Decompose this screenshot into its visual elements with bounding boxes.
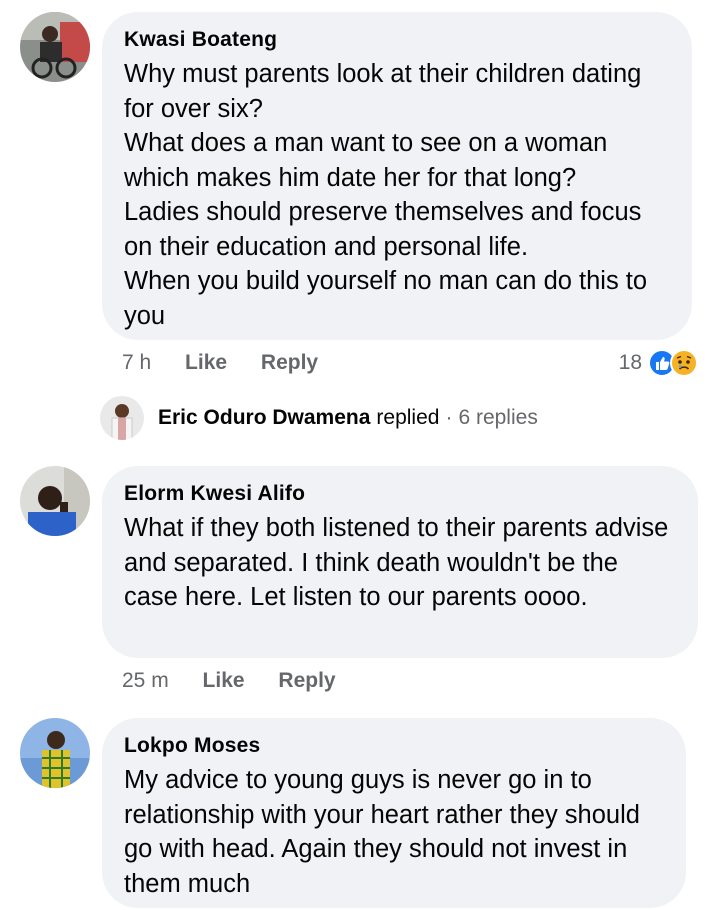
- reply-author: Eric Oduro Dwamena: [158, 406, 371, 429]
- comment-timestamp[interactable]: 25 m: [122, 666, 169, 696]
- reply-button[interactable]: Reply: [278, 666, 335, 696]
- comment-text: Why must parents look at their children …: [124, 57, 672, 333]
- sad-icon: [670, 349, 698, 377]
- avatar[interactable]: [20, 718, 90, 788]
- reaction-count: 18: [618, 351, 642, 374]
- like-button[interactable]: Like: [203, 666, 245, 696]
- comment-line: What if they both listened to their pare…: [124, 514, 669, 611]
- comment-actions: 25 m Like Reply: [122, 666, 336, 696]
- replies-summary[interactable]: Eric Oduro Dwamena replied · 6 replies: [100, 396, 538, 440]
- comment-author[interactable]: Kwasi Boateng: [124, 26, 672, 54]
- comment-bubble: Kwasi Boateng Why must parents look at t…: [102, 12, 692, 340]
- comment-author[interactable]: Elorm Kwesi Alifo: [124, 480, 678, 508]
- comment-line: Ladies should preserve themselves and fo…: [124, 198, 642, 261]
- avatar[interactable]: [20, 12, 90, 82]
- comment-line: Why must parents look at their children …: [124, 60, 642, 123]
- comment-line: My advice to young guys is never go in t…: [124, 766, 640, 898]
- reply-verb: replied: [376, 406, 440, 429]
- comment-text: My advice to young guys is never go in t…: [124, 763, 666, 901]
- comment-bubble: Elorm Kwesi Alifo What if they both list…: [102, 466, 698, 658]
- avatar[interactable]: [20, 466, 90, 536]
- comment-bubble: Lokpo Moses My advice to young guys is n…: [102, 718, 686, 908]
- comment-timestamp[interactable]: 7 h: [122, 348, 151, 378]
- reply-button[interactable]: Reply: [261, 348, 318, 378]
- reply-count: 6 replies: [458, 406, 538, 429]
- reply-avatar: [100, 396, 144, 440]
- like-button[interactable]: Like: [185, 348, 227, 378]
- reaction-summary[interactable]: 18: [619, 346, 698, 380]
- comment-text: What if they both listened to their pare…: [124, 511, 678, 615]
- comment-actions: 7 h Like Reply: [122, 348, 318, 378]
- comment-line: What does a man want to see on a woman w…: [124, 129, 608, 192]
- separator-dot: ·: [445, 406, 453, 429]
- comment-author[interactable]: Lokpo Moses: [124, 732, 666, 760]
- comment-line: When you build yourself no man can do th…: [124, 267, 648, 330]
